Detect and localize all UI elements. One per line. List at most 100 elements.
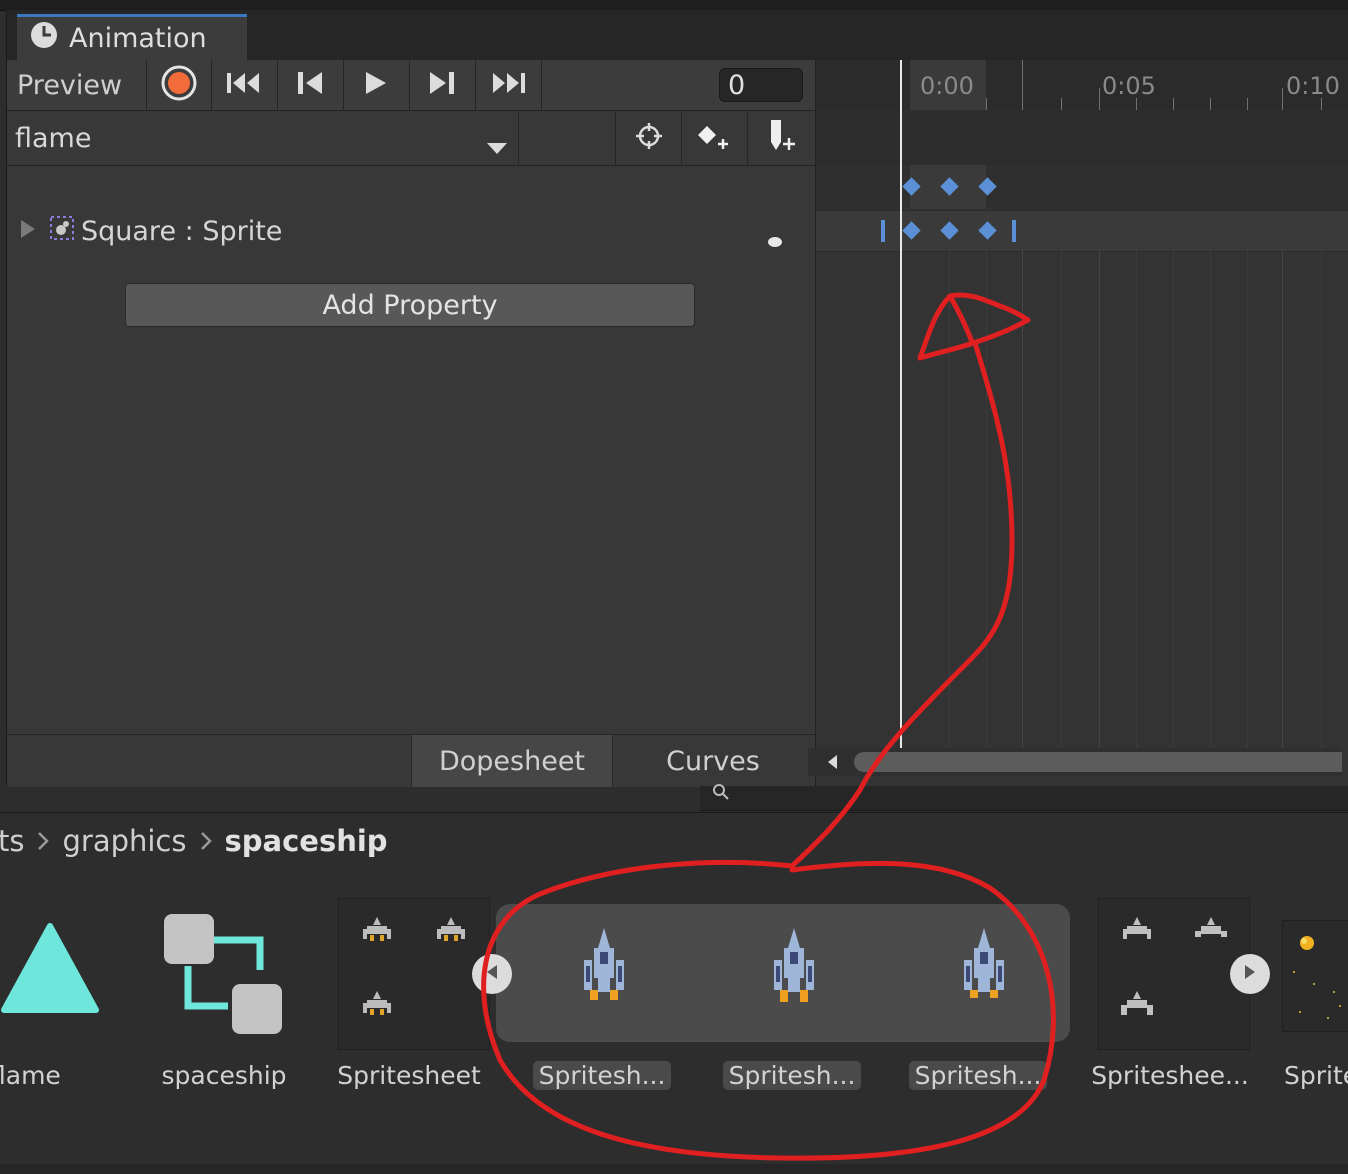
subasset-label: Spritesh...	[532, 1060, 672, 1090]
target-icon	[634, 121, 664, 155]
animation-window: Animation Preview 0 flame Square: Sprit…	[6, 10, 1348, 787]
frame-field[interactable]: 0	[719, 68, 803, 102]
add-keyframe-icon	[695, 121, 735, 155]
clip-bar: flame	[7, 111, 815, 166]
subasset-label: Spritesh...	[908, 1060, 1048, 1090]
expand-icon	[1242, 963, 1258, 985]
clip-name: flame	[15, 122, 92, 154]
first-keyframe-button[interactable]	[211, 60, 278, 110]
clip-dropdown[interactable]: flame	[7, 111, 519, 165]
tab-label: Animation	[69, 23, 207, 54]
last-keyframe-button[interactable]	[475, 60, 542, 110]
asset-label: Spritesh...	[722, 1058, 862, 1092]
grid-line	[1022, 250, 1023, 750]
summary-track[interactable]	[816, 165, 1348, 209]
time-label-0: 0:00	[920, 72, 974, 100]
track-keyframe[interactable]	[902, 221, 921, 240]
record-button[interactable]	[147, 60, 212, 110]
spritesheet-thumbnail[interactable]	[338, 898, 490, 1050]
time-label-5: 0:05	[1102, 72, 1156, 100]
sprite-thumbnail[interactable]	[1282, 920, 1348, 1032]
scroll-thumb[interactable]	[854, 752, 1342, 772]
track-keyframe[interactable]	[978, 221, 997, 240]
first-key-icon	[225, 71, 263, 99]
time-ruler[interactable]: 0:00 0:05 0:10	[816, 60, 1348, 111]
collapse-button[interactable]	[472, 954, 512, 994]
sprite-frame-3[interactable]	[952, 926, 1016, 1006]
filter-selection-button[interactable]	[615, 111, 682, 165]
expand-arrow-icon[interactable]	[19, 216, 37, 247]
asset-label: Spritesh...	[532, 1058, 672, 1092]
grid-line	[986, 250, 987, 750]
play-icon	[364, 70, 388, 100]
grid-line	[1099, 250, 1100, 750]
add-keyframe-button[interactable]	[681, 111, 748, 165]
tab-animation[interactable]: Animation	[17, 14, 247, 60]
search-field[interactable]	[700, 784, 1348, 811]
grid-line	[1136, 250, 1137, 750]
ruler-tick	[1136, 98, 1137, 110]
dopesheet-timeline[interactable]: 0:00 0:05 0:10	[815, 60, 1348, 786]
breadcrumb-current[interactable]: spaceship	[225, 824, 388, 858]
grid-line	[1282, 250, 1283, 750]
range-end-handle[interactable]	[1012, 220, 1016, 242]
grid-line	[1061, 250, 1062, 750]
ruler-tick	[1210, 98, 1211, 110]
asset-label: flame	[0, 1060, 61, 1090]
asset-label: spaceship	[161, 1060, 287, 1090]
dropdown-chevron-icon	[487, 131, 507, 162]
play-button[interactable]	[343, 60, 410, 110]
search-icon	[710, 784, 732, 806]
preview-button[interactable]: Preview	[7, 60, 147, 110]
add-event-icon	[765, 118, 799, 158]
grid-line	[1247, 250, 1248, 750]
add-event-button[interactable]	[747, 111, 816, 165]
asset-label: Spritesh...	[908, 1058, 1048, 1092]
animation-clip-thumbnail[interactable]	[0, 918, 100, 1018]
prev-keyframe-button[interactable]	[277, 60, 344, 110]
collapse-icon	[484, 963, 500, 985]
animator-controller-thumbnail[interactable]	[160, 910, 288, 1038]
bottom-edge	[0, 1164, 1348, 1174]
prev-key-icon	[296, 70, 324, 100]
property-row[interactable]: Square : Sprite	[7, 206, 815, 256]
grid-line	[949, 250, 950, 750]
ruler-tick	[1321, 98, 1322, 110]
range-start-handle[interactable]	[881, 220, 885, 242]
tab-curves[interactable]: Curves	[611, 735, 815, 787]
next-key-icon	[428, 70, 456, 100]
dot-icon	[767, 224, 783, 255]
time-label-10: 0:10	[1286, 72, 1340, 100]
timeline-scrollbar[interactable]	[808, 748, 1342, 776]
playhead[interactable]	[900, 60, 902, 754]
sprite-frame-1[interactable]	[572, 926, 636, 1006]
sprite-frame-2[interactable]	[762, 926, 826, 1006]
add-property-button[interactable]: Add Property	[125, 283, 695, 327]
tab-bar: Animation	[7, 10, 1348, 60]
spritesheet-thumbnail[interactable]	[1098, 898, 1250, 1050]
track-keyframe[interactable]	[940, 221, 959, 240]
expand-button[interactable]	[1230, 954, 1270, 994]
scroll-left-icon[interactable]	[826, 754, 838, 774]
grid-line	[1173, 250, 1174, 750]
breadcrumb-item[interactable]: graphics	[62, 824, 186, 858]
last-key-icon	[489, 71, 527, 99]
ruler-tick	[1247, 98, 1248, 110]
view-mode-bar: Dopesheet Curves	[7, 734, 815, 787]
events-row[interactable]	[816, 110, 1348, 165]
tab-dopesheet[interactable]: Dopesheet	[411, 735, 613, 787]
grid-line	[1321, 250, 1322, 750]
chevron-right-icon	[36, 830, 50, 852]
playback-toolbar: Preview 0	[7, 60, 815, 111]
property-track[interactable]	[816, 210, 1348, 252]
record-icon	[161, 65, 197, 105]
grid-line	[1210, 250, 1211, 750]
breadcrumb-item[interactable]: ts	[0, 824, 24, 858]
ruler-tick	[1022, 60, 1023, 110]
breadcrumb: ts graphics spaceship	[0, 812, 1348, 869]
clock-icon	[29, 20, 59, 57]
next-keyframe-button[interactable]	[409, 60, 476, 110]
asset-label: Sprite	[1284, 1060, 1348, 1090]
chevron-right-icon	[199, 830, 213, 852]
ruler-tick	[1173, 98, 1174, 110]
